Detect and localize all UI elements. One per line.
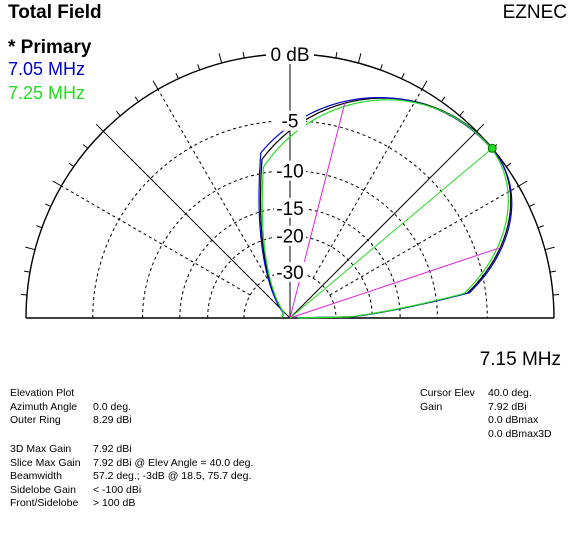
grid-axis-diagonal bbox=[289, 130, 478, 319]
info-gain-key: Front/Sidelobe bbox=[10, 497, 79, 510]
angle-tick bbox=[52, 180, 62, 187]
info-gain-key: Slice Max Gain bbox=[10, 456, 81, 469]
info-gain-value: < -100 dBi bbox=[93, 483, 142, 496]
info-gain-key: 3D Max Gain bbox=[10, 443, 72, 455]
angle-tick bbox=[552, 293, 560, 296]
angle-tick bbox=[529, 203, 535, 207]
info-cursor-key bbox=[420, 428, 488, 442]
angle-tick bbox=[357, 53, 362, 64]
angle-tick bbox=[82, 144, 89, 149]
ring-label: -30 bbox=[276, 263, 303, 284]
info-gain-value: 7.92 dBi bbox=[93, 443, 132, 455]
ring-label: -15 bbox=[276, 199, 303, 220]
angle-tick bbox=[134, 96, 139, 103]
angle-tick bbox=[401, 73, 405, 79]
info-left-value: 8.29 dBi bbox=[93, 414, 132, 427]
angle-tick bbox=[68, 162, 75, 167]
angle-tick bbox=[518, 180, 528, 187]
info-cursor-row: 0.0 dBmax3D bbox=[420, 428, 552, 442]
angle-tick bbox=[45, 203, 51, 207]
info-left-row: Outer Ring 8.29 dBi bbox=[10, 414, 132, 428]
angle-tick bbox=[476, 123, 485, 132]
cursor-point bbox=[487, 143, 497, 153]
grid-radial bbox=[312, 89, 423, 279]
info-left-key: Outer Ring bbox=[10, 414, 61, 427]
info-gain-row: Beamwidth 57.2 deg.; -3dB @ 18.5, 75.7 de… bbox=[10, 470, 253, 484]
angle-tick bbox=[116, 110, 121, 117]
info-gain-key: Beamwidth bbox=[10, 470, 62, 483]
info-panel-cursor: Cursor Elev 40.0 deg. Gain 7.92 dBi 0.0 dBma… bbox=[420, 387, 552, 441]
info-cursor-row: Cursor Elev 40.0 deg. bbox=[420, 387, 552, 401]
grid-radial bbox=[61, 185, 251, 296]
info-cursor-row: Gain 7.92 dBi bbox=[420, 401, 552, 415]
info-panel-left: Elevation Plot Azimuth Angle 0.0 deg. Outer… bbox=[10, 387, 132, 428]
angle-tick bbox=[197, 64, 201, 71]
info-cursor-key: Gain bbox=[420, 400, 443, 413]
angle-tick bbox=[24, 270, 31, 273]
info-gain-row: Sidelobe Gain < -100 dBi bbox=[10, 484, 253, 498]
angle-tick bbox=[36, 225, 43, 229]
ring-label: -10 bbox=[276, 162, 303, 183]
angle-tick bbox=[379, 64, 383, 71]
angle-tick bbox=[459, 110, 464, 117]
info-gain-value: 7.92 dBi @ Elev Angle = 40.0 deg. bbox=[93, 456, 254, 469]
info-cursor-value: 40.0 deg. bbox=[488, 387, 532, 399]
frequency-label: 7.15 MHz bbox=[479, 349, 561, 370]
info-gain-value: > 100 dB bbox=[93, 497, 136, 510]
info-gain-row: 3D Max Gain 7.92 dBi bbox=[10, 443, 253, 457]
info-cursor-value: 7.92 dBi bbox=[488, 400, 527, 413]
angle-tick bbox=[549, 270, 556, 273]
ring-label: -5 bbox=[282, 112, 299, 133]
angle-tick bbox=[544, 246, 555, 251]
info-left-key: Elevation Plot bbox=[10, 387, 75, 399]
info-gain-value: 57.2 deg.; -3dB @ 18.5, 75.7 deg. bbox=[93, 470, 252, 483]
angle-tick bbox=[505, 162, 512, 167]
info-cursor-key bbox=[420, 414, 488, 428]
info-left-value: 0.0 deg. bbox=[93, 400, 131, 413]
info-cursor-value: 0.0 dBmax bbox=[488, 414, 539, 427]
angle-tick bbox=[335, 52, 338, 59]
info-left-row: Elevation Plot bbox=[10, 387, 132, 401]
info-panel-gain: 3D Max Gain 7.92 dBi Slice Max Gain 7.92 dB… bbox=[10, 443, 253, 511]
cursor-line bbox=[289, 147, 493, 319]
angle-tick bbox=[537, 225, 544, 229]
grid-radial bbox=[157, 89, 268, 279]
angle-tick bbox=[175, 73, 179, 79]
angle-tick bbox=[441, 96, 446, 103]
angle-tick bbox=[152, 80, 159, 90]
grid-radial bbox=[329, 185, 519, 296]
ring-label: 0 dB bbox=[270, 45, 309, 66]
info-cursor-value: 0.0 dBmax3D bbox=[488, 427, 552, 440]
info-left-row: Azimuth Angle 0.0 deg. bbox=[10, 401, 132, 415]
angle-tick bbox=[20, 293, 28, 296]
info-gain-row: Slice Max Gain 7.92 dBi @ Elev Angle = 40… bbox=[10, 457, 253, 471]
ring-label: -20 bbox=[276, 227, 303, 248]
angle-tick bbox=[421, 80, 428, 90]
info-gain-row: Front/Sidelobe > 100 dB bbox=[10, 497, 253, 511]
info-cursor-key: Cursor Elev bbox=[420, 387, 475, 399]
angle-tick bbox=[242, 52, 245, 59]
info-cursor-row: 0.0 dBmax bbox=[420, 414, 552, 428]
beamwidth-line bbox=[289, 247, 501, 319]
angle-tick bbox=[95, 123, 104, 132]
angle-tick bbox=[25, 246, 36, 251]
info-left-key: Azimuth Angle bbox=[10, 400, 78, 413]
angle-tick bbox=[218, 53, 223, 64]
info-gain-key: Sidelobe Gain bbox=[10, 483, 76, 496]
